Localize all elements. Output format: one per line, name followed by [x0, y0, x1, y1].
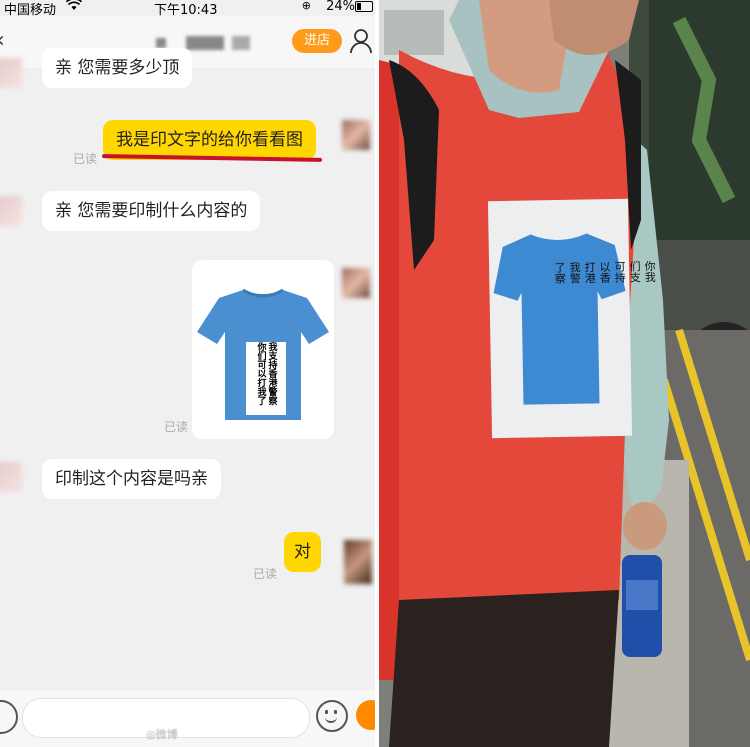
- shirt-print-text: 我支持香港警察 你们可以打我了: [246, 342, 286, 415]
- voice-icon[interactable]: [0, 700, 18, 734]
- tshirt-image: 我支持香港警察 你们可以打我了: [195, 286, 331, 426]
- message-bubble: 亲 您需要多少顶: [42, 48, 193, 88]
- blue-tshirt-graphic: [493, 233, 626, 405]
- input-bar: [0, 690, 375, 747]
- contact-name-blurred: [186, 36, 224, 50]
- sign-text-line: 们支: [628, 260, 642, 283]
- sign-text-line: 打港: [583, 261, 597, 284]
- avatar: [0, 196, 22, 226]
- sign-text-line: 我警: [568, 261, 582, 284]
- shop-button[interactable]: 进店: [292, 29, 342, 53]
- message-bubble: 对: [284, 532, 321, 572]
- user-icon[interactable]: [350, 28, 372, 54]
- message-bubble: 亲 您需要印制什么内容的: [42, 191, 261, 231]
- sign-text-line: 了察: [553, 261, 567, 285]
- read-receipt: 已读: [164, 420, 189, 434]
- contact-name-blurred: [232, 36, 250, 50]
- contact-name-blurred: [156, 38, 166, 48]
- battery-icon: [355, 1, 373, 12]
- battery-label: 24%: [326, 0, 355, 14]
- watermark: ◎微博: [146, 728, 178, 741]
- rotation-lock-icon: ⊕: [301, 0, 311, 12]
- read-receipt: 已读: [253, 567, 278, 581]
- emoji-icon[interactable]: [316, 700, 348, 732]
- street-photo: 你我 们支 可持 以香 打港 我警 了察: [379, 0, 750, 747]
- sign-text-line: 以香: [598, 261, 612, 284]
- sign-text-line: 可持: [613, 260, 627, 284]
- sign-text-line: 你我: [643, 260, 657, 283]
- avatar: [344, 540, 372, 584]
- avatar: [342, 268, 370, 298]
- printed-sign: 你我 们支 可持 以香 打港 我警 了察: [487, 198, 656, 439]
- message-bubble: 印制这个内容是吗亲: [42, 459, 221, 499]
- shirt-text-line: 我支持香港警察: [266, 342, 277, 405]
- image-message[interactable]: 我支持香港警察 你们可以打我了: [192, 260, 334, 439]
- avatar: [0, 462, 22, 492]
- wifi-icon: [65, 0, 83, 15]
- plus-icon[interactable]: [356, 700, 375, 730]
- read-receipt: 已读: [73, 152, 98, 166]
- back-chevron-icon[interactable]: ‹: [0, 28, 5, 53]
- shirt-text-line: 你们可以打我了: [255, 342, 266, 405]
- chat-screen: 中国移动 下午10:43 ⊕ 24% ‹ 进店 亲 您需要多少顶 我是印文字的给…: [0, 0, 375, 747]
- sign-text: 你我 们支 可持 以香 打港 我警 了察: [553, 260, 656, 284]
- status-bar: 中国移动 下午10:43 ⊕ 24%: [0, 0, 375, 18]
- avatar: [0, 58, 22, 88]
- avatar: [342, 120, 370, 150]
